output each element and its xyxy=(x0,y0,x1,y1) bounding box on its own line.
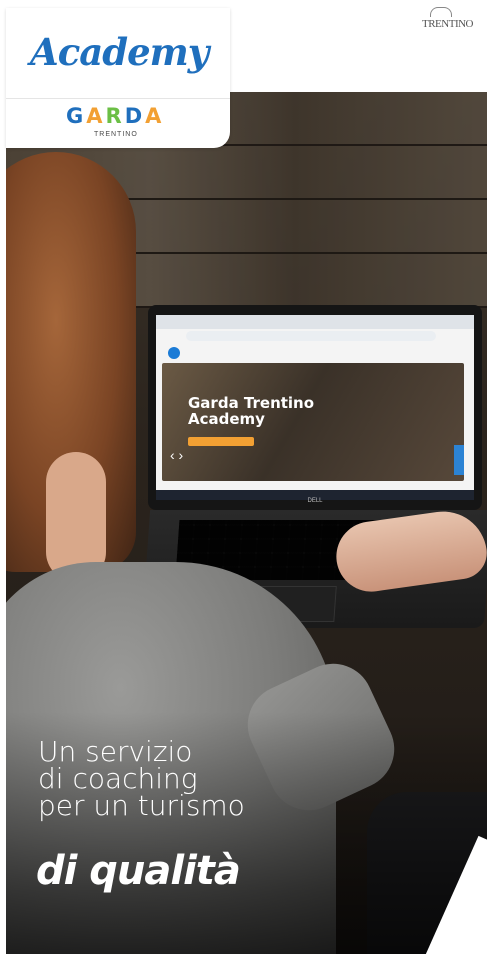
academy-title: Academy xyxy=(30,30,209,74)
garda-logo-letter: A xyxy=(86,104,106,128)
hero-title-line2: Academy xyxy=(188,410,265,428)
browser-address-bar xyxy=(186,331,436,341)
garda-logo-letter: A xyxy=(145,104,165,128)
headline-highlight: di qualità xyxy=(36,848,241,894)
site-logo-icon xyxy=(168,347,180,359)
trentino-corner-text: TRENTINO xyxy=(422,18,474,30)
hero-photo: Garda Trentino Academy ‹ › DELL xyxy=(6,92,487,954)
garda-logo-letter: G xyxy=(66,104,87,128)
laptop-brand: DELL xyxy=(307,498,323,504)
website-hero-title: Garda Trentino Academy xyxy=(188,395,314,427)
garda-logo-letter: D xyxy=(124,104,146,128)
laptop: Garda Trentino Academy ‹ › DELL xyxy=(148,305,482,510)
trentino-mark-icon xyxy=(430,7,452,17)
headline-line: Un servizio xyxy=(38,735,193,768)
headline: Un servizio di coaching per un turismo xyxy=(38,735,245,822)
poster: Garda Trentino Academy ‹ › DELL Academy … xyxy=(0,0,487,954)
badge-divider xyxy=(6,98,230,99)
headline-line: per un turismo xyxy=(38,789,245,822)
website-hero: Garda Trentino Academy ‹ › xyxy=(162,363,464,481)
website-side-tab xyxy=(454,445,464,475)
laptop-screen: Garda Trentino Academy ‹ › xyxy=(156,315,474,500)
academy-badge: Academy GARDA TRENTINO xyxy=(6,8,230,148)
headline-line: di coaching xyxy=(38,762,198,795)
garda-logo: GARDA xyxy=(66,104,164,128)
browser-tab-bar xyxy=(156,315,474,329)
garda-logo-letter: R xyxy=(105,104,125,128)
garda-logo-subtitle: TRENTINO xyxy=(94,131,138,138)
trentino-corner-logo: TRENTINO xyxy=(422,7,487,36)
carousel-arrows-icon: ‹ › xyxy=(170,447,184,463)
website-hero-button xyxy=(188,437,254,446)
